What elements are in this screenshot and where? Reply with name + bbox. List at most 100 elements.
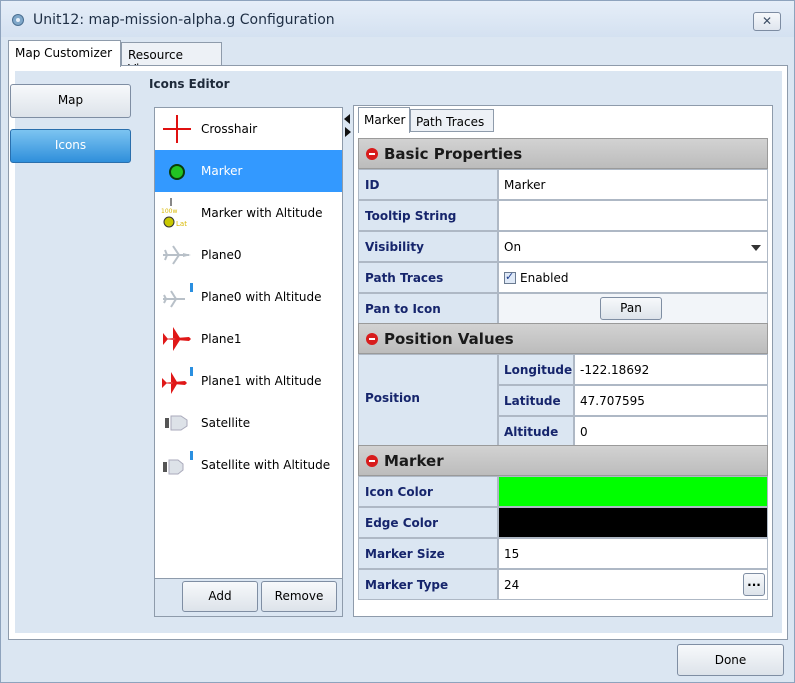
list-item-plane0[interactable]: Plane0 bbox=[155, 234, 342, 276]
title-bar: Unit12: map-mission-alpha.g Configuratio… bbox=[1, 1, 794, 37]
edge-color-swatch[interactable] bbox=[498, 507, 768, 538]
close-icon: ✕ bbox=[761, 14, 773, 28]
expand-right-arrow-icon[interactable] bbox=[345, 127, 351, 137]
plane0-icon bbox=[163, 245, 191, 265]
altitude-label: Altitude bbox=[498, 416, 574, 447]
window-title: Unit12: map-mission-alpha.g Configuratio… bbox=[33, 12, 335, 28]
group-title: Basic Properties bbox=[384, 145, 523, 163]
marker-type-label: Marker Type bbox=[358, 569, 498, 600]
close-button[interactable]: ✕ bbox=[753, 12, 781, 31]
latitude-field[interactable]: 47.707595 bbox=[574, 385, 768, 416]
icons-nav-button[interactable]: Icons bbox=[10, 129, 131, 163]
pan-button-label: Pan bbox=[620, 301, 642, 315]
id-label: ID bbox=[358, 169, 498, 200]
tab-map-customizer[interactable]: Map Customizer bbox=[8, 40, 121, 67]
list-item-label: Marker with Altitude bbox=[201, 206, 323, 220]
icon-color-swatch[interactable] bbox=[498, 476, 768, 507]
collapse-minus-icon[interactable] bbox=[366, 455, 378, 467]
list-item-plane1[interactable]: Plane1 bbox=[155, 318, 342, 360]
collapse-minus-icon[interactable] bbox=[366, 148, 378, 160]
configuration-window: Unit12: map-mission-alpha.g Configuratio… bbox=[0, 0, 795, 683]
tab-path-traces[interactable]: Path Traces bbox=[410, 109, 494, 132]
basic-properties-header[interactable]: Basic Properties bbox=[358, 138, 768, 169]
tab-label: Marker bbox=[364, 113, 406, 127]
altitude-field[interactable]: 0 bbox=[574, 416, 768, 447]
icons-list[interactable]: Crosshair Marker 100w Lat Marker with Al… bbox=[154, 107, 343, 579]
visibility-label: Visibility bbox=[358, 231, 498, 262]
remove-button[interactable]: Remove bbox=[261, 581, 337, 612]
group-title: Position Values bbox=[384, 330, 514, 348]
list-item-marker[interactable]: Marker bbox=[155, 150, 342, 192]
list-item-label: Plane1 bbox=[201, 332, 242, 346]
pan-button[interactable]: Pan bbox=[600, 297, 662, 320]
list-item-label: Crosshair bbox=[201, 122, 258, 136]
list-item-label: Marker bbox=[201, 164, 243, 178]
remove-button-label: Remove bbox=[274, 589, 324, 603]
longitude-label: Longitude bbox=[498, 354, 574, 385]
marker-type-field[interactable]: 24 ... bbox=[498, 569, 768, 600]
path-traces-field: Enabled bbox=[498, 262, 768, 293]
chevron-down-icon[interactable] bbox=[751, 245, 761, 251]
plane0-altitude-icon bbox=[163, 283, 193, 308]
path-traces-label: Path Traces bbox=[358, 262, 498, 293]
done-button-label: Done bbox=[714, 653, 747, 667]
tooltip-label: Tooltip String bbox=[358, 200, 498, 231]
list-item-marker-altitude[interactable]: 100w Lat Marker with Altitude bbox=[155, 192, 342, 234]
icons-editor-title: Icons Editor bbox=[149, 77, 230, 91]
collapse-left-arrow-icon[interactable] bbox=[344, 114, 350, 124]
plane1-icon bbox=[163, 327, 191, 351]
done-button[interactable]: Done bbox=[677, 644, 784, 676]
tab-label: Path Traces bbox=[416, 115, 485, 129]
satellite-icon bbox=[165, 415, 188, 431]
pan-to-icon-label: Pan to Icon bbox=[358, 293, 498, 324]
map-nav-label: Map bbox=[57, 93, 84, 107]
plane1-altitude-icon bbox=[162, 367, 193, 394]
path-traces-checkbox[interactable] bbox=[504, 270, 516, 284]
pan-field: Pan bbox=[498, 293, 768, 324]
marker-size-field[interactable]: 15 bbox=[498, 538, 768, 569]
group-title: Marker bbox=[384, 452, 444, 470]
svg-text:Lat: Lat bbox=[176, 220, 187, 228]
list-item-plane0-altitude[interactable]: Plane0 with Altitude bbox=[155, 276, 342, 318]
list-item-satellite[interactable]: Satellite bbox=[155, 402, 342, 444]
tooltip-field[interactable] bbox=[498, 200, 768, 231]
map-nav-button[interactable]: Map bbox=[10, 84, 131, 118]
marker-icon bbox=[169, 164, 185, 180]
icons-nav-label: Icons bbox=[54, 138, 87, 152]
collapse-minus-icon[interactable] bbox=[366, 333, 378, 345]
marker-altitude-icon: 100w Lat bbox=[161, 198, 187, 228]
marker-type-value: 24 bbox=[504, 578, 520, 592]
latitude-label: Latitude bbox=[498, 385, 574, 416]
list-item-label: Satellite with Altitude bbox=[201, 458, 331, 472]
list-item-crosshair[interactable]: Crosshair bbox=[155, 108, 342, 150]
visibility-value: On bbox=[504, 240, 522, 254]
add-button[interactable]: Add bbox=[182, 581, 258, 612]
visibility-select[interactable]: On bbox=[498, 231, 768, 262]
add-button-label: Add bbox=[208, 589, 232, 603]
list-item-label: Plane0 with Altitude bbox=[201, 290, 322, 304]
id-field[interactable]: Marker bbox=[498, 169, 768, 200]
marker-type-browse-button[interactable]: ... bbox=[743, 573, 765, 596]
tab-label: Map Customizer bbox=[15, 46, 113, 60]
marker-header[interactable]: Marker bbox=[358, 445, 768, 476]
position-values-header[interactable]: Position Values bbox=[358, 323, 768, 354]
svg-text:100w: 100w bbox=[161, 208, 177, 215]
tab-resource-view[interactable]: Resource View bbox=[121, 42, 222, 76]
list-item-satellite-altitude[interactable]: Satellite with Altitude bbox=[155, 444, 342, 486]
marker-size-label: Marker Size bbox=[358, 538, 498, 569]
position-label: Position bbox=[358, 354, 498, 447]
app-gear-icon bbox=[12, 14, 24, 26]
ellipsis-label: ... bbox=[747, 575, 761, 589]
edge-color-label: Edge Color bbox=[358, 507, 498, 538]
list-item-label: Satellite bbox=[201, 416, 251, 430]
crosshair-icon bbox=[163, 115, 191, 143]
list-item-plane1-altitude[interactable]: Plane1 with Altitude bbox=[155, 360, 342, 402]
satellite-altitude-icon bbox=[163, 451, 193, 475]
list-item-label: Plane0 bbox=[201, 248, 242, 262]
list-footer: Add Remove bbox=[154, 579, 343, 617]
list-item-label: Plane1 with Altitude bbox=[201, 374, 322, 388]
longitude-field[interactable]: -122.18692 bbox=[574, 354, 768, 385]
icon-color-label: Icon Color bbox=[358, 476, 498, 507]
tab-marker[interactable]: Marker bbox=[358, 107, 410, 133]
checkbox-label: Enabled bbox=[520, 271, 569, 285]
